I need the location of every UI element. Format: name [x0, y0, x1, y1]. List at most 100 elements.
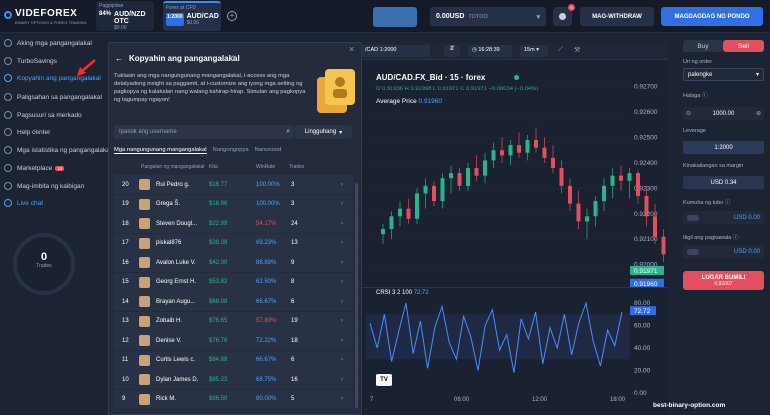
- take-profit-toggle-field[interactable]: USD 0.00: [683, 211, 764, 224]
- chevron-right-icon[interactable]: ›: [341, 240, 343, 246]
- back-arrow-icon[interactable]: ←: [115, 54, 123, 63]
- trader-winrate: 66.67%: [256, 357, 277, 363]
- tab-top-traders[interactable]: Mga nangungunang mangangalakal: [114, 147, 207, 154]
- chevron-down-icon: ▾: [755, 72, 759, 78]
- table-row[interactable]: 17 piskal876 $39.38 69.23% 13 ›: [113, 233, 353, 253]
- gift-box-icon[interactable]: [373, 7, 417, 27]
- place-order-button[interactable]: LUGAR BUMILI 0.92007: [683, 271, 764, 290]
- avatar: [139, 315, 150, 327]
- table-row[interactable]: 18 Steven Dougl... $22.99 54.17% 24 ›: [113, 214, 353, 233]
- chevron-right-icon[interactable]: ›: [341, 357, 343, 363]
- table-row[interactable]: 11 Curtis Lewis c. $84.88 66.67% 6 ›: [113, 350, 353, 370]
- indicator-tick-label: 80.00: [634, 300, 651, 307]
- nav-item-contest[interactable]: Paligsahan sa pangangalakal: [4, 90, 102, 104]
- settings-gear-icon[interactable]: ⚙: [230, 54, 237, 63]
- stop-loss-label: Itigil ang pagkawala ⓘ: [683, 235, 739, 241]
- table-row[interactable]: 10 Dylan James D. $85.23 68.75% 16 ›: [113, 370, 353, 389]
- indicator-tick-label: 40.00: [634, 345, 651, 352]
- indicator-tag-label: 72.72: [634, 308, 651, 315]
- copy-trading-panel: × ← Kopyahin ang pangangalakal ⚙ Tuklasi…: [108, 42, 362, 415]
- plus-icon[interactable]: ⊕: [756, 110, 761, 117]
- trader-profit: $39.38: [209, 240, 228, 246]
- tab-watching[interactable]: Nanonood: [255, 147, 282, 154]
- chevron-right-icon[interactable]: ›: [341, 221, 343, 227]
- nav-item-help[interactable]: Help center: [4, 125, 50, 139]
- table-row[interactable]: 12 Denise V. $76.76 72.22% 18 ›: [113, 331, 353, 350]
- time-tick-label: 06:00: [454, 397, 470, 403]
- trader-name: Brayan Augu...: [156, 298, 196, 305]
- candle: [398, 208, 402, 217]
- account-selector[interactable]: 0.00USD TOTOO ▾: [430, 7, 546, 26]
- crsi-indicator-chart[interactable]: 80.00 60.00 40.00 20.00 0.00 72.72: [362, 297, 668, 397]
- amount-stepper[interactable]: ⊖ 1000.00 ⊕: [683, 107, 764, 120]
- trades-count: 0: [40, 251, 48, 263]
- scrollbar[interactable]: [355, 183, 358, 408]
- withdraw-button[interactable]: MAG-WITHDRAW: [580, 7, 654, 26]
- nav-item-marketplace[interactable]: Marketplace 15: [4, 161, 65, 175]
- price-tick-label: 0.92500: [634, 135, 658, 142]
- pair-selector[interactable]: /CAD 1:2000: [362, 45, 430, 57]
- asset-price: $0.00: [186, 20, 200, 26]
- chevron-right-icon[interactable]: ›: [341, 201, 343, 207]
- chevron-right-icon[interactable]: ›: [341, 299, 343, 305]
- table-row[interactable]: 13 Zobaib H. $76.65 57.89% 19 ›: [113, 311, 353, 331]
- asset-tab-1[interactable]: Pagpipilian 84% AUD/NZD OTC $0.00: [96, 1, 154, 31]
- avatar: [139, 179, 150, 190]
- indicator-tick-label: 60.00: [634, 323, 651, 330]
- info-icon: ⓘ: [732, 235, 739, 241]
- chart-toolbar: /CAD 1:2000 ⇵ ◷ 16:28:39 15m ▾ ⟋ ⚒: [362, 42, 668, 60]
- leverage-value[interactable]: 1:2000: [683, 141, 764, 154]
- trader-trades: 24: [291, 220, 298, 227]
- nav-item-analysis[interactable]: Pagsusuri sa merkado: [4, 108, 82, 122]
- candle: [525, 140, 530, 153]
- chart-type-icon[interactable]: ⟋: [558, 46, 563, 54]
- stop-loss-toggle-field[interactable]: USD 0.00: [683, 245, 764, 258]
- chevron-right-icon[interactable]: ›: [341, 182, 343, 188]
- take-profit-label: Kumuha ng tubo ⓘ: [683, 200, 731, 206]
- trader-profit: $53.82: [209, 279, 228, 285]
- trader-rank: 17: [122, 240, 129, 246]
- search-input[interactable]: Ipasok ang username ⌕: [114, 125, 294, 139]
- nav-item-statistics[interactable]: Mga istatistika ng pangangalakal: [4, 143, 111, 157]
- candle: [483, 160, 487, 176]
- chevron-right-icon[interactable]: ›: [341, 279, 343, 285]
- trader-name: Avalon Luke V.: [156, 259, 196, 266]
- chevron-right-icon[interactable]: ›: [341, 318, 343, 324]
- chevron-right-icon[interactable]: ›: [341, 377, 343, 383]
- table-row[interactable]: 15 Georg Ernst H. $53.82 62.50% 8 ›: [113, 272, 353, 292]
- tab-copying[interactable]: Nangongopya: [213, 147, 249, 154]
- chevron-right-icon[interactable]: ›: [341, 396, 343, 402]
- trader-trades: 13: [291, 240, 298, 246]
- chevron-right-icon[interactable]: ›: [341, 260, 343, 266]
- brand-name[interactable]: VIDEFOREX: [15, 8, 77, 19]
- table-row[interactable]: 20 Rui Pedro g. $16.77 100.00% 3 ›: [113, 175, 353, 194]
- take-profit-toggle[interactable]: [687, 214, 699, 221]
- order-type-select[interactable]: palengke ▾: [683, 68, 764, 81]
- nav-item-turbosavings[interactable]: TurboSavings: [4, 54, 57, 68]
- trader-winrate: 68.75%: [256, 376, 277, 383]
- chevron-right-icon[interactable]: ›: [341, 338, 343, 344]
- sell-tab[interactable]: Sell: [723, 40, 764, 52]
- table-row[interactable]: 14 Brayan Augu... $68.08 66.67% 6 ›: [113, 292, 353, 311]
- table-row[interactable]: 9 Rick M. $96.50 80.00% 5 ›: [113, 389, 353, 409]
- trader-name: Denise V.: [156, 337, 182, 344]
- trader-profit: $42.00: [209, 259, 228, 266]
- stop-loss-toggle[interactable]: [687, 248, 699, 255]
- sliders-icon[interactable]: ⇵: [444, 45, 460, 57]
- add-asset-icon[interactable]: +: [227, 11, 237, 21]
- nav-item-invite[interactable]: Mag-imbita ng kaibigan: [4, 179, 84, 193]
- period-dropdown[interactable]: Lingguhang ▾: [295, 125, 352, 139]
- table-row[interactable]: 16 Avalon Luke V. $42.00 88.89% 9 ›: [113, 253, 353, 272]
- deposit-button[interactable]: MAGDAGDAG NG PONDO: [661, 7, 763, 26]
- buy-tab[interactable]: Buy: [683, 40, 723, 52]
- nav-item-live-chat[interactable]: Live chat: [4, 196, 43, 210]
- interval-selector[interactable]: 15m ▾: [520, 45, 548, 57]
- avatar: [139, 374, 150, 385]
- tools-icon[interactable]: ⚒: [574, 46, 580, 54]
- candlestick-chart[interactable]: 0.927000.926000.925000.924000.923000.922…: [362, 62, 668, 290]
- table-row[interactable]: 19 Grega Š. $18.96 100.00% 3 ›: [113, 194, 353, 214]
- nav-item-my-trades[interactable]: Aking mga pangangalakal: [4, 36, 92, 50]
- close-icon[interactable]: ×: [349, 44, 354, 54]
- minus-icon[interactable]: ⊖: [686, 110, 691, 117]
- asset-tab-2[interactable]: Forex at CFD 1:2000 AUD/CAD $0.00: [163, 1, 221, 31]
